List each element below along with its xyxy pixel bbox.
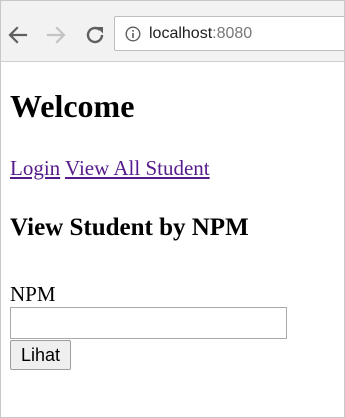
info-icon[interactable]	[125, 26, 141, 42]
npm-input[interactable]	[10, 307, 287, 339]
url-text: localhost:8080	[149, 24, 252, 44]
back-button[interactable]	[6, 23, 30, 47]
section-title: View Student by NPM	[10, 214, 249, 241]
arrow-right-icon	[46, 26, 66, 44]
page-content: Welcome Login View All Student View Stud…	[1, 62, 344, 370]
login-link[interactable]: Login	[10, 156, 60, 180]
forward-button[interactable]	[44, 23, 68, 47]
address-bar[interactable]: localhost:8080	[114, 16, 344, 51]
page-title: Welcome	[10, 88, 135, 124]
npm-label: NPM	[10, 282, 56, 306]
url-host: localhost	[149, 25, 213, 42]
browser-window: localhost:8080 Welcome Login View All St…	[0, 0, 345, 418]
view-all-student-link[interactable]: View All Student	[65, 156, 210, 180]
reload-button[interactable]	[83, 23, 107, 47]
reload-icon	[86, 26, 104, 44]
arrow-left-icon	[8, 26, 28, 44]
url-port: :8080	[212, 25, 253, 42]
browser-toolbar: localhost:8080	[1, 1, 344, 62]
lihat-button[interactable]: Lihat	[10, 340, 72, 370]
nav-links: Login View All Student	[10, 156, 344, 180]
